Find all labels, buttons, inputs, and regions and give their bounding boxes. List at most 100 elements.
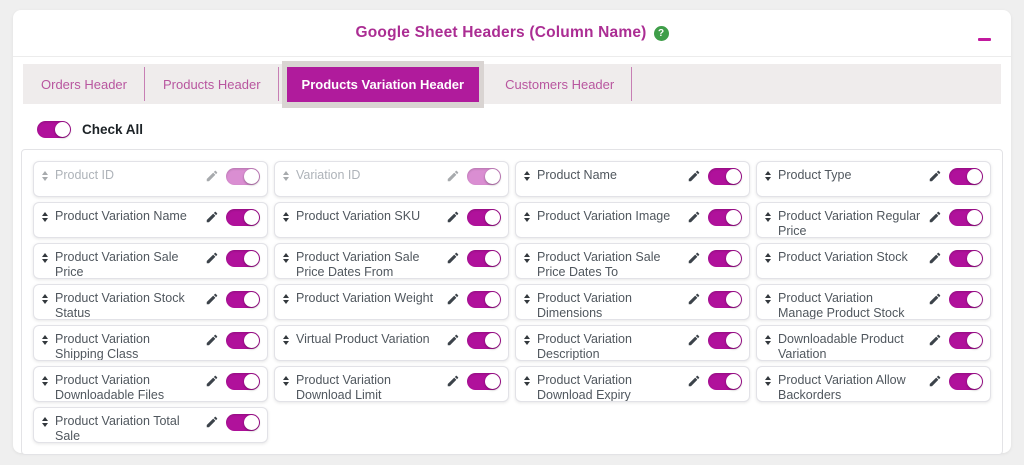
header-item-toggle[interactable] [226,250,260,267]
tab-products-header[interactable]: Products Header [145,64,279,104]
header-item-product-variation-dimensions[interactable]: Product Variation Dimensions [515,284,750,320]
sort-handle-icon[interactable] [283,253,289,263]
edit-pencil-icon[interactable] [928,333,942,347]
edit-pencil-icon[interactable] [687,251,701,265]
check-all-toggle[interactable] [37,121,71,138]
header-item-toggle[interactable] [708,332,742,349]
edit-pencil-icon[interactable] [205,374,219,388]
header-item-product-variation-sku[interactable]: Product Variation SKU [274,202,509,238]
edit-pencil-icon[interactable] [205,292,219,306]
header-item-toggle[interactable] [226,373,260,390]
sort-handle-icon[interactable] [42,417,48,427]
sort-handle-icon[interactable] [765,376,771,386]
header-item-toggle[interactable] [949,291,983,308]
sort-handle-icon[interactable] [765,294,771,304]
help-icon[interactable]: ? [653,25,669,41]
sort-handle-icon[interactable] [524,171,530,181]
header-item-toggle[interactable] [949,332,983,349]
sort-handle-icon[interactable] [42,294,48,304]
edit-pencil-icon[interactable] [446,374,460,388]
header-item-toggle[interactable] [467,373,501,390]
edit-pencil-icon[interactable] [446,210,460,224]
header-item-downloadable-product-variation[interactable]: Downloadable Product Variation [756,325,991,361]
header-item-toggle[interactable] [226,168,260,185]
sort-handle-icon[interactable] [283,212,289,222]
header-item-product-variation-regular-price[interactable]: Product Variation Regular Price [756,202,991,238]
edit-pencil-icon[interactable] [446,292,460,306]
sort-handle-icon[interactable] [765,253,771,263]
tab-customers-header[interactable]: Customers Header [487,64,633,104]
header-item-product-variation-sale-price-dates-to[interactable]: Product Variation Sale Price Dates To [515,243,750,279]
header-item-product-variation-stock[interactable]: Product Variation Stock [756,243,991,279]
tab-orders-header[interactable]: Orders Header [23,64,145,104]
edit-pencil-icon[interactable] [205,169,219,183]
header-item-product-variation-sale-price-dates-from[interactable]: Product Variation Sale Price Dates From [274,243,509,279]
header-item-product-variation-downloadable-files[interactable]: Product Variation Downloadable Files [33,366,268,402]
edit-pencil-icon[interactable] [687,292,701,306]
sort-handle-icon[interactable] [524,294,530,304]
header-item-toggle[interactable] [467,332,501,349]
edit-pencil-icon[interactable] [446,333,460,347]
sort-handle-icon[interactable] [42,335,48,345]
tab-products-variation-header[interactable]: Products Variation Header [286,66,480,102]
header-item-toggle[interactable] [226,414,260,431]
edit-pencil-icon[interactable] [205,251,219,265]
edit-pencil-icon[interactable] [928,169,942,183]
sort-handle-icon[interactable] [283,171,289,181]
header-item-toggle[interactable] [949,209,983,226]
sort-handle-icon[interactable] [283,335,289,345]
edit-pencil-icon[interactable] [687,333,701,347]
sort-handle-icon[interactable] [42,212,48,222]
sort-handle-icon[interactable] [283,294,289,304]
header-item-product-variation-shipping-class[interactable]: Product Variation Shipping Class [33,325,268,361]
sort-handle-icon[interactable] [765,335,771,345]
sort-handle-icon[interactable] [524,376,530,386]
header-item-product-variation-weight[interactable]: Product Variation Weight [274,284,509,320]
header-item-toggle[interactable] [226,291,260,308]
header-item-toggle[interactable] [467,291,501,308]
header-item-product-name[interactable]: Product Name [515,161,750,197]
sort-handle-icon[interactable] [524,253,530,263]
header-item-product-variation-description[interactable]: Product Variation Description [515,325,750,361]
edit-pencil-icon[interactable] [928,292,942,306]
edit-pencil-icon[interactable] [687,374,701,388]
sort-handle-icon[interactable] [42,253,48,263]
header-item-product-variation-stock-status[interactable]: Product Variation Stock Status [33,284,268,320]
edit-pencil-icon[interactable] [928,374,942,388]
header-item-toggle[interactable] [708,373,742,390]
header-item-product-id[interactable]: Product ID [33,161,268,197]
header-item-toggle[interactable] [226,209,260,226]
sort-handle-icon[interactable] [524,335,530,345]
header-item-toggle[interactable] [949,373,983,390]
header-item-toggle[interactable] [949,168,983,185]
header-item-product-variation-sale-price[interactable]: Product Variation Sale Price [33,243,268,279]
header-item-toggle[interactable] [467,209,501,226]
header-item-virtual-product-variation[interactable]: Virtual Product Variation [274,325,509,361]
header-item-toggle[interactable] [226,332,260,349]
header-item-toggle[interactable] [467,250,501,267]
edit-pencil-icon[interactable] [205,415,219,429]
edit-pencil-icon[interactable] [928,210,942,224]
collapse-icon[interactable] [978,38,991,41]
header-item-toggle[interactable] [949,250,983,267]
sort-handle-icon[interactable] [524,212,530,222]
edit-pencil-icon[interactable] [446,169,460,183]
sort-handle-icon[interactable] [765,212,771,222]
header-item-toggle[interactable] [708,168,742,185]
sort-handle-icon[interactable] [765,171,771,181]
edit-pencil-icon[interactable] [205,333,219,347]
header-item-variation-id[interactable]: Variation ID [274,161,509,197]
header-item-toggle[interactable] [708,291,742,308]
edit-pencil-icon[interactable] [687,169,701,183]
header-item-product-variation-image[interactable]: Product Variation Image [515,202,750,238]
header-item-product-variation-download-expiry[interactable]: Product Variation Download Expiry [515,366,750,402]
header-item-product-variation-manage-product-stock[interactable]: Product Variation Manage Product Stock [756,284,991,320]
edit-pencil-icon[interactable] [687,210,701,224]
header-item-product-variation-allow-backorders[interactable]: Product Variation Allow Backorders [756,366,991,402]
sort-handle-icon[interactable] [42,376,48,386]
header-item-product-variation-name[interactable]: Product Variation Name [33,202,268,238]
sort-handle-icon[interactable] [42,171,48,181]
edit-pencil-icon[interactable] [928,251,942,265]
header-item-toggle[interactable] [708,209,742,226]
edit-pencil-icon[interactable] [205,210,219,224]
